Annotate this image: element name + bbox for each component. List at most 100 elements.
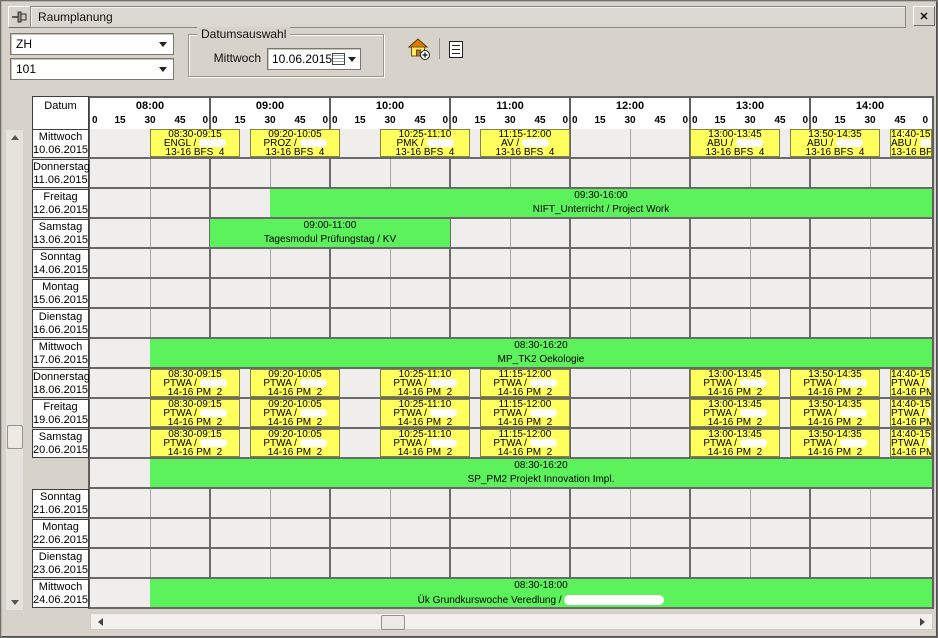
event-lesson[interactable]: 09:20-10:05PTWA / 14-16 PM_2: [250, 429, 340, 457]
event-lesson[interactable]: 13:00-13:45ABU / 13-16 BFS_4: [690, 129, 780, 157]
chevron-down-icon[interactable]: [159, 67, 167, 72]
event-lesson[interactable]: 08:30-09:15PTWA / 14-16 PM_2: [150, 369, 240, 397]
event-lesson[interactable]: 13:50-14:35ABU / 13-16 BFS_4: [790, 129, 880, 157]
date-row-date: 12.06.2015: [33, 204, 88, 217]
building-combobox[interactable]: ZH: [10, 33, 174, 55]
event-lesson[interactable]: 14:40-15:25ABU / 13-16 BFS_4: [890, 129, 932, 157]
day-row-canvas[interactable]: 08:30-09:15PTWA / 14-16 PM_2 09:20-10:05P…: [90, 399, 932, 429]
hour-gridline: [809, 159, 811, 187]
horizontal-scrollbar-thumb[interactable]: [381, 615, 405, 630]
event-title: MP_TK2 Oekologie: [150, 355, 932, 365]
hour-boundary-line: [209, 98, 211, 129]
day-row-canvas[interactable]: 08:30-09:15PTWA / 14-16 PM_2 09:20-10:05P…: [90, 369, 932, 399]
date-row-label: Montag15.06.2015: [32, 279, 89, 308]
vertical-scrollbar[interactable]: [6, 130, 23, 610]
event-lesson[interactable]: 08:30-09:15ENGL / 13-16 BFS_4: [150, 129, 240, 157]
day-row-canvas[interactable]: 08:30-18:00Ük Grundkurswoche Veredlung /: [90, 579, 932, 609]
report-button[interactable]: [442, 35, 470, 63]
date-row-day: Dienstag: [33, 551, 88, 564]
half-hour-gridline: [390, 549, 391, 577]
hour-gridline: [809, 249, 811, 277]
day-row-canvas[interactable]: 09:00-11:00Tagesmodul Prüfungstag / KV: [90, 219, 932, 249]
event-block[interactable]: 08:30-16:20MP_TK2 Oekologie: [150, 339, 932, 367]
hour-gridline: [809, 489, 811, 517]
hour-gridline: [569, 159, 571, 187]
close-button[interactable]: ✕: [913, 6, 935, 26]
event-lesson[interactable]: 13:50-14:35PTWA / 14-16 PM_2: [790, 429, 880, 457]
room-combobox[interactable]: 101: [10, 58, 174, 80]
scroll-down-button[interactable]: [6, 595, 23, 610]
event-group: 14-16 PM_2: [891, 448, 931, 457]
event-block[interactable]: 09:30-16:00NIFT_Unterricht / Project Wor…: [270, 189, 932, 217]
event-lesson[interactable]: 10:25-11:10PTWA / 14-16 PM_2: [380, 399, 470, 427]
date-input[interactable]: 10.06.2015: [267, 48, 361, 70]
chevron-down-icon[interactable]: [348, 57, 356, 62]
day-row-canvas[interactable]: [90, 549, 932, 579]
half-hour-gridline: [270, 549, 271, 577]
half-hour-gridline: [630, 219, 631, 247]
day-row-canvas[interactable]: [90, 489, 932, 519]
day-row-canvas[interactable]: 09:30-16:00NIFT_Unterricht / Project Wor…: [90, 189, 932, 219]
event-lesson[interactable]: 10:25-11:10PTWA / 14-16 PM_2: [380, 429, 470, 457]
event-block[interactable]: 08:30-16:20SP_PM2 Projekt Innovation Imp…: [150, 459, 932, 487]
day-row-canvas[interactable]: [90, 159, 932, 189]
add-home-button[interactable]: [405, 35, 433, 63]
event-lesson[interactable]: 14:40-15:25PTWA / 14-16 PM_2: [890, 429, 932, 457]
horizontal-scrollbar[interactable]: [90, 613, 933, 630]
day-row-canvas[interactable]: 08:30-09:15PTWA / 14-16 PM_2 09:20-10:05P…: [90, 429, 932, 489]
scroll-up-button[interactable]: [6, 130, 23, 145]
day-row-canvas[interactable]: [90, 279, 932, 309]
event-group: 13-16 BFS_4: [381, 148, 469, 157]
half-hour-gridline: [150, 249, 151, 277]
event-lesson[interactable]: 11:15-12:00PTWA / 14-16 PM_2: [480, 399, 570, 427]
hour-gridline: [449, 249, 451, 277]
event-block[interactable]: 09:00-11:00Tagesmodul Prüfungstag / KV: [210, 219, 450, 247]
event-lesson[interactable]: 14:40-15:25PTWA / 14-16 PM_2: [890, 369, 932, 397]
event-group: 14-16 PM_2: [151, 388, 239, 397]
event-lesson[interactable]: 13:00-13:45PTWA / 14-16 PM_2: [690, 369, 780, 397]
event-lesson[interactable]: 08:30-09:15PTWA / 14-16 PM_2: [150, 399, 240, 427]
day-row-canvas[interactable]: [90, 249, 932, 279]
hour-gridline: [569, 309, 571, 337]
redacted-teacher-name: [300, 139, 327, 147]
calendar-icon[interactable]: [332, 53, 345, 65]
minute-tick-label: 0: [556, 115, 568, 126]
half-hour-gridline: [510, 159, 511, 187]
redacted-teacher-name: [840, 379, 867, 387]
scroll-left-button[interactable]: [93, 614, 108, 629]
event-lesson[interactable]: 09:20-10:05PROZ / 13-16 BFS_4: [250, 129, 340, 157]
half-hour-gridline: [870, 549, 871, 577]
day-row-canvas[interactable]: [90, 309, 932, 339]
redacted-teacher-name: [840, 409, 867, 417]
event-lesson[interactable]: 13:00-13:45PTWA / 14-16 PM_2: [690, 429, 780, 457]
date-row-day: Sonntag: [33, 491, 88, 504]
event-lesson[interactable]: 13:50-14:35PTWA / 14-16 PM_2: [790, 399, 880, 427]
hour-label: 09:00: [210, 100, 330, 112]
day-row-canvas[interactable]: 08:30-16:20MP_TK2 Oekologie: [90, 339, 932, 369]
event-block[interactable]: 08:30-18:00Ük Grundkurswoche Veredlung /: [150, 579, 932, 607]
event-lesson[interactable]: 13:50-14:35PTWA / 14-16 PM_2: [790, 369, 880, 397]
pin-button[interactable]: [8, 6, 32, 28]
event-lesson[interactable]: 11:15-12:00AV / 13-16 BFS_4: [480, 129, 570, 157]
event-group: 14-16 PM_2: [481, 418, 569, 427]
event-lesson[interactable]: 11:15-12:00PTWA / 14-16 PM_2: [480, 429, 570, 457]
event-group: 14-16 PM_2: [381, 448, 469, 457]
scroll-right-button[interactable]: [915, 614, 930, 629]
chevron-down-icon[interactable]: [159, 42, 167, 47]
event-lesson[interactable]: 13:00-13:45PTWA / 14-16 PM_2: [690, 399, 780, 427]
event-lesson[interactable]: 10:25-11:10PMK / 13-16 BFS_4: [380, 129, 470, 157]
event-title: SP_PM2 Projekt Innovation Impl.: [150, 475, 932, 485]
event-lesson[interactable]: 14:40-15:25PTWA / 14-16 PM_2: [890, 399, 932, 427]
event-lesson[interactable]: 11:15-12:00PTWA / 14-16 PM_2: [480, 369, 570, 397]
half-hour-gridline: [870, 249, 871, 277]
minute-tick-label: 30: [621, 115, 639, 126]
day-row-canvas[interactable]: [90, 519, 932, 549]
event-lesson[interactable]: 08:30-09:15PTWA / 14-16 PM_2: [150, 429, 240, 457]
half-hour-gridline: [510, 279, 511, 307]
event-lesson[interactable]: 09:20-10:05PTWA / 14-16 PM_2: [250, 399, 340, 427]
date-row-label: Freitag19.06.2015: [32, 399, 89, 428]
vertical-scrollbar-thumb[interactable]: [7, 425, 23, 449]
event-lesson[interactable]: 09:20-10:05PTWA / 14-16 PM_2: [250, 369, 340, 397]
event-lesson[interactable]: 10:25-11:10PTWA / 14-16 PM_2: [380, 369, 470, 397]
day-row-canvas[interactable]: 08:30-09:15ENGL / 13-16 BFS_4 09:20-10:05…: [90, 129, 932, 159]
